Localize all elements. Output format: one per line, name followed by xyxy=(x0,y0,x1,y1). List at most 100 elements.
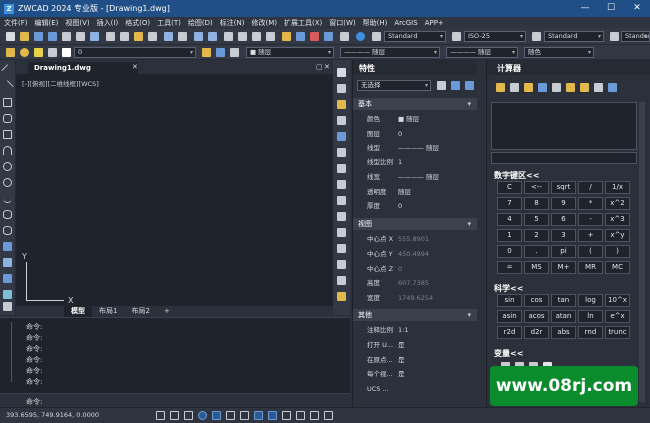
scientific-button[interactable]: e^x xyxy=(605,310,630,323)
menu-modify[interactable]: 修改(M) xyxy=(251,18,277,28)
keypad-button[interactable]: = xyxy=(497,261,522,274)
new-file-icon[interactable] xyxy=(6,32,15,41)
prop-row[interactable]: 每个视... 是 xyxy=(367,367,477,382)
menu-dimension[interactable]: 标注(N) xyxy=(220,18,245,28)
history-area[interactable] xyxy=(491,102,637,150)
redo-icon[interactable] xyxy=(208,32,217,41)
erase-icon[interactable] xyxy=(337,68,346,77)
online-icon[interactable] xyxy=(356,32,365,41)
zoom-window-icon[interactable] xyxy=(252,32,261,41)
construction-line-icon[interactable] xyxy=(1,80,14,93)
keypad-button[interactable]: sqrt xyxy=(551,181,576,194)
transparency-icon[interactable] xyxy=(282,411,291,420)
drawing-restore-icon[interactable]: ▢ xyxy=(316,63,323,71)
insert-block-icon[interactable] xyxy=(3,242,12,251)
make-block-icon[interactable] xyxy=(3,258,12,267)
selection-select[interactable]: 无选择 xyxy=(357,80,431,91)
scientific-button[interactable]: abs xyxy=(551,326,576,339)
keypad-button[interactable]: 5 xyxy=(524,213,549,226)
tool-palette-icon[interactable] xyxy=(296,32,305,41)
menu-view[interactable]: 视图(V) xyxy=(65,18,89,28)
scientific-button[interactable]: sin xyxy=(497,294,522,307)
drawing-close-icon[interactable]: ✕ xyxy=(324,63,330,71)
tab-layout2[interactable]: 布局2 xyxy=(124,306,156,317)
circle-icon[interactable] xyxy=(3,162,12,171)
offset-icon[interactable] xyxy=(337,116,346,125)
prop-row[interactable]: 在原点... 是 xyxy=(367,353,477,368)
cut-icon[interactable] xyxy=(106,32,115,41)
scientific-button[interactable]: acos xyxy=(524,310,549,323)
close-calc-icon[interactable] xyxy=(594,83,603,92)
keypad-button[interactable]: M+ xyxy=(551,261,576,274)
scientific-button[interactable]: asin xyxy=(497,310,522,323)
menu-window[interactable]: 窗口(W) xyxy=(329,18,355,28)
keypad-button[interactable]: 7 xyxy=(497,197,522,210)
prop-row[interactable]: 线宽 ———— 随层 xyxy=(367,170,477,185)
arc-icon[interactable] xyxy=(3,146,12,155)
quick-select-icon[interactable] xyxy=(465,81,474,90)
keypad-button[interactable]: 6 xyxy=(551,213,576,226)
ortho-icon[interactable] xyxy=(184,411,193,420)
ellipse-arc-icon[interactable] xyxy=(3,226,12,235)
scientific-button[interactable]: ln xyxy=(578,310,603,323)
menu-arcgis[interactable]: ArcGIS xyxy=(394,19,417,27)
layer-states-icon[interactable] xyxy=(230,48,239,57)
mirror-icon[interactable] xyxy=(337,100,346,109)
minimize-button[interactable]: — xyxy=(572,0,598,17)
rotate-icon[interactable] xyxy=(337,164,346,173)
prop-row[interactable]: 线型 ———— 随层 xyxy=(367,141,477,156)
prop-row[interactable]: 线型比例 1 xyxy=(367,155,477,170)
prop-row[interactable]: 打开 U... 是 xyxy=(367,338,477,353)
otrack-icon[interactable] xyxy=(226,411,235,420)
menu-insert[interactable]: 插入(I) xyxy=(97,18,119,28)
design-center-icon[interactable] xyxy=(282,32,291,41)
explode-icon[interactable] xyxy=(337,292,346,301)
layer-freeze-icon[interactable] xyxy=(34,48,43,57)
revcloud-icon[interactable] xyxy=(3,178,12,187)
menu-file[interactable]: 文件(F) xyxy=(4,18,28,28)
keypad-button[interactable]: + xyxy=(578,229,603,242)
angle-icon[interactable] xyxy=(566,83,575,92)
prop-row[interactable]: 颜色 ■ 随层 xyxy=(367,112,477,127)
drawing-canvas[interactable] xyxy=(16,60,333,315)
pan-icon[interactable] xyxy=(224,32,233,41)
keypad-title[interactable]: 数字键区<< xyxy=(494,170,539,181)
keypad-button[interactable]: x^3 xyxy=(605,213,630,226)
ellipse-icon[interactable] xyxy=(3,210,12,219)
keypad-button[interactable]: 0 xyxy=(497,245,522,258)
lineweight-select[interactable]: ———— 随层 xyxy=(446,47,518,58)
grid-icon[interactable] xyxy=(156,411,165,420)
document-tab[interactable]: Drawing1.dwg xyxy=(28,62,138,74)
select-objects-icon[interactable] xyxy=(451,81,460,90)
keypad-button[interactable]: x^y xyxy=(605,229,630,242)
lineweight-toggle-icon[interactable] xyxy=(268,411,277,420)
break-icon[interactable] xyxy=(337,244,346,253)
color-select[interactable]: ■ 随层 xyxy=(246,47,334,58)
scientific-button[interactable]: r2d xyxy=(497,326,522,339)
document-close-icon[interactable]: ✕ xyxy=(132,63,138,71)
keypad-button[interactable]: <-- xyxy=(524,181,549,194)
menu-app[interactable]: APP+ xyxy=(425,19,444,27)
zoom-previous-icon[interactable] xyxy=(266,32,275,41)
keypad-button[interactable]: 1/x xyxy=(605,181,630,194)
keypad-button[interactable]: MS xyxy=(524,261,549,274)
prop-row[interactable]: UCS ... xyxy=(367,382,477,397)
stretch-icon[interactable] xyxy=(337,196,346,205)
keypad-button[interactable]: 8 xyxy=(524,197,549,210)
publish-icon[interactable] xyxy=(90,32,99,41)
menu-extensions[interactable]: 扩展工具(X) xyxy=(284,18,322,28)
distance-icon[interactable] xyxy=(538,83,547,92)
plotstyle-select[interactable]: 随色 xyxy=(524,47,594,58)
menu-format[interactable]: 格式(O) xyxy=(125,18,150,28)
pick-cursor-icon[interactable] xyxy=(552,83,561,92)
prop-row[interactable]: 注释比例 1:1 xyxy=(367,323,477,338)
toggle-pickadd-icon[interactable] xyxy=(437,81,446,90)
trim-icon[interactable] xyxy=(337,212,346,221)
print-icon[interactable] xyxy=(62,32,71,41)
scientific-button[interactable]: d2r xyxy=(524,326,549,339)
polar-icon[interactable] xyxy=(198,411,207,420)
maximize-button[interactable]: ☐ xyxy=(598,0,624,17)
menu-tools[interactable]: 工具(T) xyxy=(157,18,181,28)
match-properties-icon[interactable] xyxy=(148,32,157,41)
undo-icon[interactable] xyxy=(194,32,203,41)
